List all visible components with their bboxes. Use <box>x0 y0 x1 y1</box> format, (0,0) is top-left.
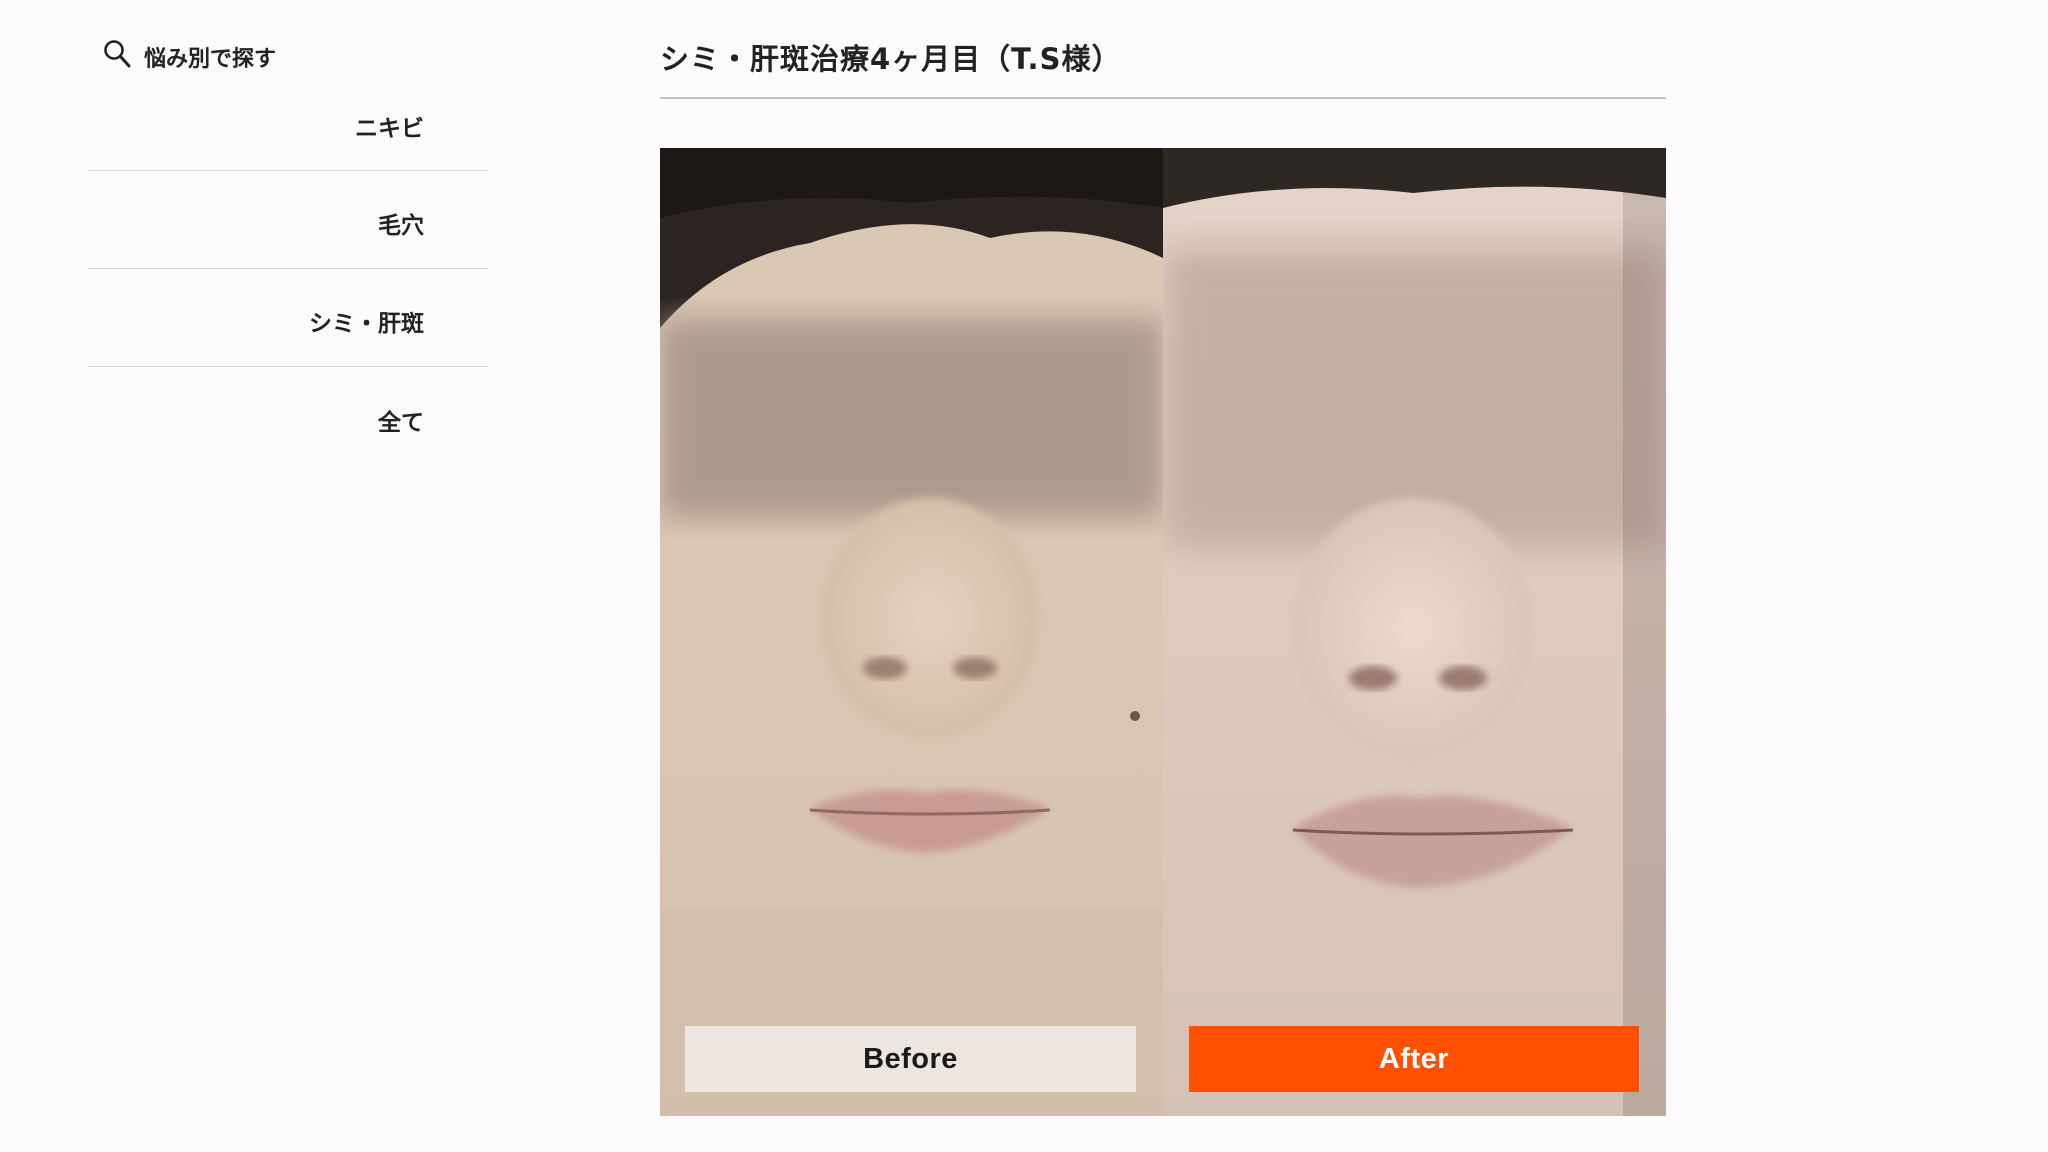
search-by-concern-label: 悩み別で探す <box>144 47 277 72</box>
before-label: Before <box>685 1026 1136 1092</box>
nav-item-all[interactable]: 全て <box>88 367 488 465</box>
nav-item-acne[interactable]: ニキビ <box>88 73 488 171</box>
search-icon <box>102 38 132 76</box>
nav-item-spots-melasma[interactable]: シミ・肝斑 <box>88 269 488 367</box>
before-photo: Before <box>660 148 1163 1116</box>
before-after-comparison: Before After <box>660 148 1666 1116</box>
nav-item-label: ニキビ <box>355 116 424 142</box>
title-divider <box>660 97 1666 99</box>
search-by-concern-heading: 悩み別で探す <box>102 38 276 76</box>
nav-item-label: 全て <box>378 410 424 436</box>
after-photo: After <box>1163 148 1666 1116</box>
nav-item-label: シミ・肝斑 <box>309 311 424 337</box>
nav-item-label: 毛穴 <box>378 213 424 239</box>
page-title: シミ・肝斑治療4ヶ月目（T.S様） <box>660 42 1122 76</box>
after-label: After <box>1189 1026 1639 1092</box>
nav-item-pores[interactable]: 毛穴 <box>88 171 488 269</box>
